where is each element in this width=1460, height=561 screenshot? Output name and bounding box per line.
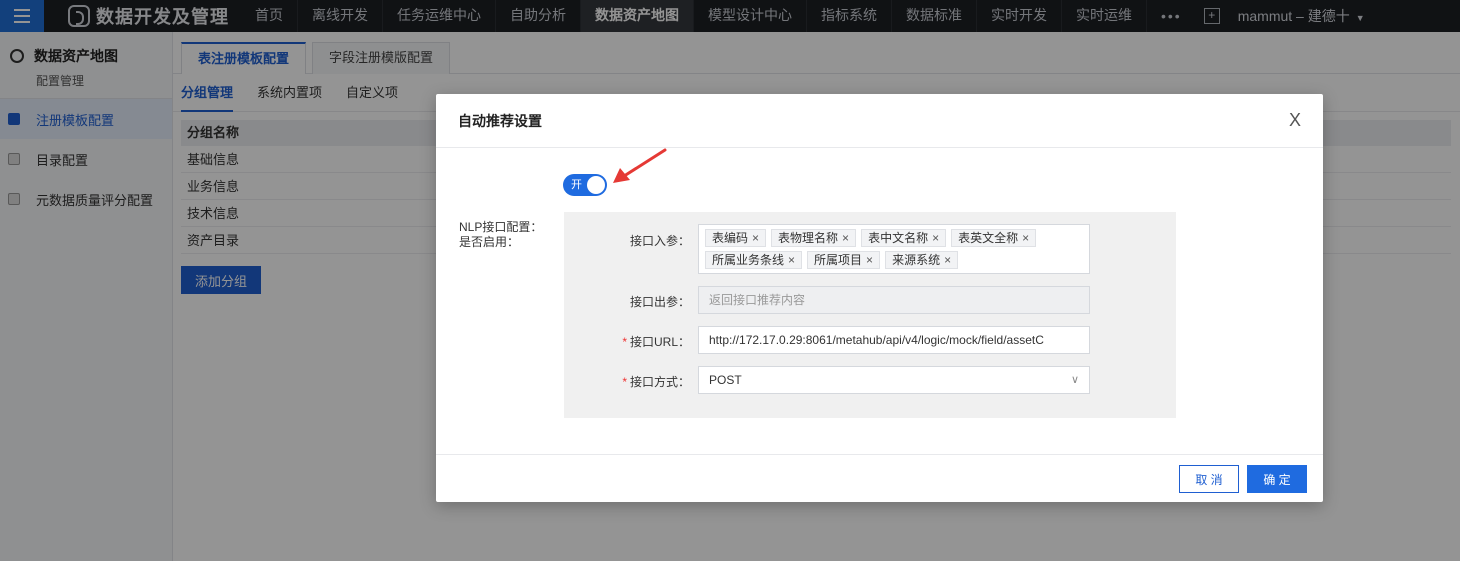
param-tag: 表编码 ×	[705, 229, 767, 247]
method-label: * 接口方式：	[622, 375, 690, 389]
param-tag: 表中文名称 ×	[861, 229, 947, 247]
confirm-button[interactable]: 确 定	[1247, 465, 1307, 493]
close-icon[interactable]: ×	[788, 253, 795, 267]
dialog-title: 自动推荐设置	[458, 112, 542, 129]
method-value: POST	[709, 373, 742, 387]
close-icon[interactable]: ×	[842, 231, 849, 245]
enable-label: 是否启用：	[459, 235, 520, 249]
switch-knob	[587, 176, 605, 194]
cancel-button[interactable]: 取 消	[1179, 465, 1239, 493]
output-label: 接口出参：	[629, 295, 690, 309]
close-icon[interactable]: ×	[944, 253, 951, 267]
required-mark: *	[622, 335, 627, 349]
dialog-header: 自动推荐设置 X	[436, 94, 1323, 148]
param-tag: 来源系统 ×	[885, 251, 959, 269]
url-input[interactable]: http://172.17.0.29:8061/metahub/api/v4/l…	[698, 326, 1090, 354]
annotation-arrow-icon	[613, 148, 667, 183]
input-params-field[interactable]: 表编码 × 表物理名称 × 表中文名称 × 表英文全称 × 所属业务条线 × 所属项目 × …	[698, 224, 1090, 274]
close-icon[interactable]: ×	[866, 253, 873, 267]
output-field: 返回接口推荐内容	[698, 286, 1090, 314]
nlp-config-label: NLP接口配置：	[459, 220, 543, 234]
param-tag: 所属业务条线 ×	[705, 251, 803, 269]
close-icon[interactable]: ×	[1022, 231, 1029, 245]
close-icon[interactable]: X	[1289, 110, 1301, 131]
input-params-label: 接口入参：	[629, 234, 690, 248]
close-icon[interactable]: ×	[932, 231, 939, 245]
param-tag: 所属项目 ×	[807, 251, 881, 269]
required-mark: *	[622, 375, 627, 389]
close-icon[interactable]: ×	[752, 231, 759, 245]
method-select[interactable]: POST ∨	[698, 366, 1090, 394]
switch-text: 开	[571, 179, 582, 191]
chevron-down-icon: ∨	[1070, 374, 1079, 386]
enable-switch[interactable]: 开	[563, 174, 607, 196]
dialog-body: 是否启用： 开 NLP接口配置： 接口入参： 表编码 × 表物理名称 × 表中文名称…	[436, 148, 1323, 454]
dialog-footer: 取 消 确 定	[436, 454, 1323, 502]
nlp-config-panel: 接口入参： 表编码 × 表物理名称 × 表中文名称 × 表英文全称 × 所属业务条线 × …	[564, 212, 1176, 418]
auto-recommend-dialog: 自动推荐设置 X 是否启用： 开 NLP接口配置： 接口入参： 表编码 × 表物理…	[436, 94, 1323, 502]
param-tag: 表物理名称 ×	[771, 229, 857, 247]
param-tag: 表英文全称 ×	[951, 229, 1037, 247]
url-label: * 接口URL：	[622, 335, 690, 349]
